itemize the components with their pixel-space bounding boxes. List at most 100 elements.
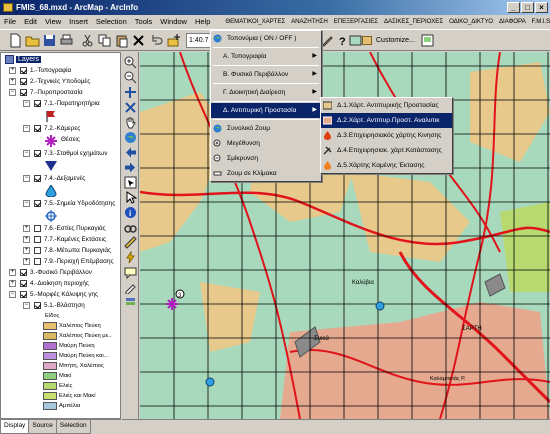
map-tips-icon[interactable] [124,266,137,279]
menu-edits[interactable]: ΕΠΕΞΕΡΓΑΣΙΕΣ [331,15,381,29]
menu-item-zoom-out[interactable]: Σμίκρυνση [211,151,321,166]
menu-file[interactable]: File [0,15,20,29]
layer-visibility-checkbox[interactable] [34,200,41,207]
editor-sketch-icon[interactable] [124,281,137,294]
collapse-minus-icon[interactable]: − [9,89,16,96]
layer-visibility-checkbox[interactable] [20,67,27,74]
toc-sublayer-fire-origins[interactable]: + 7.6.-Εστίες Πυρκαγιάς [1,223,120,234]
layer-visibility-checkbox[interactable] [34,225,41,232]
layer-visibility-checkbox[interactable] [20,280,27,287]
new-icon[interactable] [8,33,23,48]
customize-button[interactable]: Customize... [362,33,415,48]
menu-item-toponyms-toggle[interactable]: Τοπονύμια ( ON / OFF ) [211,31,321,46]
delete-icon[interactable] [131,33,146,48]
toc-sublayer-lookouts[interactable]: − 7.1.-Παρατηρητήρια [1,98,120,109]
expand-plus-icon[interactable]: + [23,258,30,265]
close-button[interactable]: × [535,2,548,13]
menu-fmis[interactable]: F.M.I.S [529,15,550,29]
select-elements-icon[interactable] [124,191,137,204]
menu-forest-areas[interactable]: ΔΑΣΙΚΕΣ_ΠΕΡΙΟΧΕΣ [381,15,446,29]
toc-sublayer-cameras[interactable]: − 7.2.-Κάμερες [1,123,120,134]
submenu-item-movement-map[interactable]: Δ.3.Επιχειρησιακός χάρτης Κινησης [321,128,452,143]
menu-window[interactable]: Window [156,15,191,29]
toc-layer-environment[interactable]: + 3.-Φυσικό Περιβάλλον [1,267,120,278]
layer-visibility-checkbox[interactable] [34,150,41,157]
menu-item-natural-environment[interactable]: Β. Φυσικό Περιβάλλον ▶ [211,67,321,82]
layout-view-icon[interactable] [420,33,435,48]
print-icon[interactable] [59,33,74,48]
menu-misc[interactable]: ΔΙΑΦΟΡΑ [496,15,529,29]
menu-thematic-maps[interactable]: ΘΕΜΑΤΙΚΟΙ_ΧΑΡΤΕΣ [222,15,288,29]
copy-icon[interactable] [97,33,112,48]
menu-item-zoom-in[interactable]: Μεγέθυνση [211,136,321,151]
layer-visibility-checkbox[interactable] [20,78,27,85]
cut-icon[interactable] [80,33,95,48]
menu-item-zoom-to-scale[interactable]: Ζουμ σε Κλίμακα [211,166,321,181]
collapse-minus-icon[interactable]: − [23,125,30,132]
hyperlink-icon[interactable] [124,251,137,264]
layer-visibility-checkbox[interactable] [34,125,41,132]
layer-visibility-checkbox[interactable] [34,100,41,107]
layer-visibility-checkbox[interactable] [20,291,27,298]
toc-sublayer-burned-areas[interactable]: + 7.7.-Καμένες Εκτάσεις [1,234,120,245]
expand-plus-icon[interactable]: + [23,247,30,254]
maximize-button[interactable]: □ [521,2,534,13]
find-icon[interactable] [124,221,137,234]
pan-hand-icon[interactable] [124,116,137,129]
submenu-item-situation-map[interactable]: Δ.4.Επιχειρησιακ. χάρτ.Κατάστασης [321,143,452,158]
layer-visibility-checkbox[interactable] [20,89,27,96]
submenu-item-burned-area-map[interactable]: Δ.5.Χάρτης Καμένης Έκτασης [321,158,452,173]
menu-tools[interactable]: Tools [131,15,157,29]
zoom-in-icon[interactable] [124,56,137,69]
add-data-icon[interactable] [166,33,181,48]
map-tool-icon[interactable] [348,33,363,48]
forward-arrow-icon[interactable] [124,161,137,174]
toc-sublayer-intervention-area[interactable]: + 7.9.-Περιοχή Επέμβασης [1,256,120,267]
fixed-zoom-in-icon[interactable] [124,86,137,99]
collapse-minus-icon[interactable]: − [23,302,30,309]
zoom-out-icon[interactable] [124,71,137,84]
open-icon[interactable] [25,33,40,48]
collapse-minus-icon[interactable]: − [23,175,30,182]
layer-visibility-checkbox[interactable] [34,236,41,243]
menu-insert[interactable]: Insert [65,15,92,29]
collapse-minus-icon[interactable]: − [23,100,30,107]
menu-search[interactable]: ΑΝΑΖΗΤΗΣΗ [288,15,331,29]
layer-visibility-checkbox[interactable] [34,302,41,309]
toc-layer-administration[interactable]: + 4.-Διοίκηση περιοχής [1,278,120,289]
toc-layer-topography[interactable]: + 1.-Τοπογραφία [1,65,120,76]
select-features-icon[interactable] [124,176,137,189]
toc-sublayer-tanks[interactable]: − 7.4.-Δεξαμενές [1,173,120,184]
identify-icon[interactable]: i [124,206,137,219]
layers-title[interactable]: Layers [16,55,42,63]
menu-item-full-extent[interactable]: Συνολικό Ζουμ [211,121,321,136]
toc-sublayer-vehicle-stations[interactable]: − 7.3.-Σταθμοί εχημάτων [1,148,120,159]
layer-visibility-checkbox[interactable] [34,258,41,265]
menu-item-topography[interactable]: Α. Τοπογραφία ▶ [211,49,321,64]
toc-sublayer-vegetation[interactable]: − 5.1.-Βλάστηση [1,300,120,311]
toc-sublayer-hydrants[interactable]: − 7.5.-Σημεία Υδροδότησης [1,198,120,209]
back-arrow-icon[interactable] [124,146,137,159]
expand-plus-icon[interactable]: + [23,236,30,243]
collapse-minus-icon[interactable]: − [9,291,16,298]
fixed-zoom-out-icon[interactable] [124,101,137,114]
submenu-item-detailed-fire-map[interactable]: Δ.2.Χάρτ. Αντιπυρ.Προστ. Αναλυτικ [321,113,452,128]
layer-visibility-checkbox[interactable] [34,247,41,254]
expand-plus-icon[interactable]: + [9,78,16,85]
layer-visibility-checkbox[interactable] [34,175,41,182]
toc-layer-fire-protection[interactable]: − 7.-Πυροπροστασία [1,87,120,98]
toc-layer-land-cover[interactable]: − 5.-Μορφές Κάλυψης γης [1,289,120,300]
minimize-button[interactable]: _ [507,2,520,13]
expand-plus-icon[interactable]: + [23,225,30,232]
menu-item-fire-protection[interactable]: Δ. Αντιπυρική Προστασία ▶ [211,103,321,118]
paste-icon[interactable] [114,33,129,48]
tab-selection[interactable]: Selection [55,420,91,434]
expand-plus-icon[interactable]: + [9,269,16,276]
submenu-item-fire-protection-map[interactable]: Δ.1.Χάρτ. Αντιπυρικής Προστασίας [321,98,452,113]
undo-icon[interactable] [149,33,164,48]
menu-view[interactable]: View [41,15,65,29]
measure-icon[interactable] [124,236,137,249]
layer-list-icon[interactable] [124,296,137,309]
toc-sublayer-fire-fronts[interactable]: + 7.8.-Μέτωπα Πυρκαγιάς [1,245,120,256]
expand-plus-icon[interactable]: + [9,280,16,287]
